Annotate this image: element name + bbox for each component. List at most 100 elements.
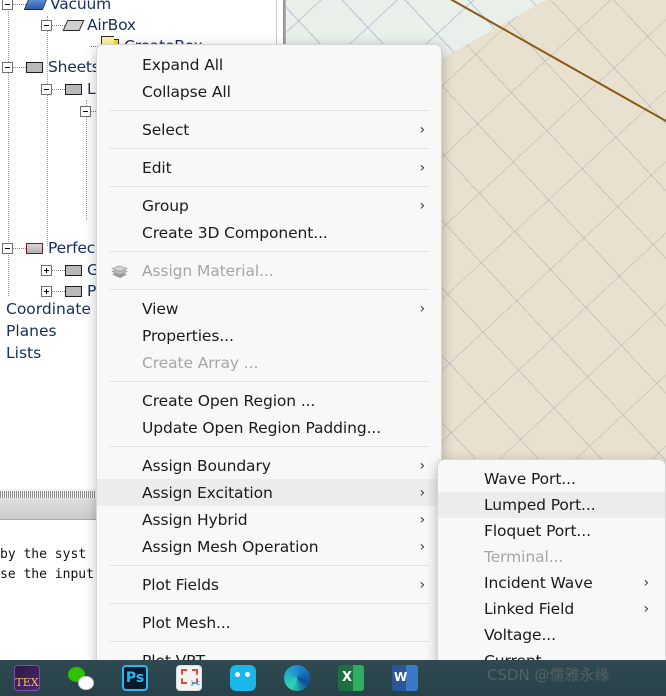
collapse-icon[interactable] (2, 61, 13, 73)
menu-item-label: Properties... (142, 326, 234, 345)
menu-item-select[interactable]: Select › (97, 116, 441, 143)
collapse-icon[interactable] (2, 0, 13, 10)
collapse-icon[interactable] (41, 83, 52, 95)
sheet-icon (65, 83, 82, 95)
menu-item-floquet-port[interactable]: Floquet Port... (438, 518, 665, 544)
taskbar-button[interactable] (378, 660, 432, 696)
menu-item-label: Collapse All (142, 82, 231, 101)
menu-item-properties[interactable]: Properties... (97, 322, 441, 349)
menu-item-create-3d-component[interactable]: Create 3D Component... (97, 219, 441, 246)
menu-item-label: Voltage... (484, 626, 556, 644)
menu-item-incident-wave[interactable]: Incident Wave › (438, 570, 665, 596)
menu-item-label: Linked Field (484, 600, 575, 618)
tree-node-label[interactable]: AirBox (87, 16, 136, 34)
menu-item-label: Lumped Port... (484, 496, 596, 514)
plane-icon (62, 19, 85, 31)
menu-item-plot-mesh[interactable]: Plot Mesh... (97, 609, 441, 636)
chevron-right-icon: › (643, 575, 650, 591)
menu-separator (109, 565, 429, 566)
menu-separator (109, 186, 429, 187)
menu-item-edit[interactable]: Edit › (97, 154, 441, 181)
menu-item-label: Update Open Region Padding... (142, 418, 382, 437)
chevron-right-icon: › (419, 538, 426, 555)
tree-node-spacer (80, 41, 91, 52)
taskbar-button[interactable] (324, 660, 378, 696)
tree-node-label[interactable]: Planes (6, 322, 57, 340)
tree-node[interactable]: Sheets (2, 57, 100, 77)
menu-item-terminal: Terminal... (438, 544, 665, 570)
menu-item-label: Create 3D Component... (142, 223, 328, 242)
chevron-right-icon: › (419, 159, 426, 176)
tree-node[interactable]: Vacuum (2, 0, 111, 14)
screen: VacuumAirBoxCreateBoxSheetsLumpedoutPerf… (0, 0, 666, 696)
context-menu[interactable]: Expand All Collapse All Select › Edit › Group ›… (96, 44, 442, 681)
menu-item-label: Wave Port... (484, 470, 576, 488)
menu-item-plot-fields[interactable]: Plot Fields › (97, 571, 441, 598)
menu-item-wave-port[interactable]: Wave Port... (438, 466, 665, 492)
sheet-red-icon (26, 242, 43, 254)
menu-item-assign-mesh-operation[interactable]: Assign Mesh Operation › (97, 533, 441, 560)
wechat-icon[interactable] (68, 665, 94, 691)
collapse-icon[interactable] (41, 19, 52, 31)
menu-item-voltage[interactable]: Voltage... (438, 622, 665, 648)
tree-connector-dots (52, 269, 65, 271)
menu-item-label: Create Array ... (142, 353, 259, 372)
chevron-right-icon: › (419, 457, 426, 474)
chevron-right-icon: › (419, 576, 426, 593)
taskbar-button[interactable] (216, 660, 270, 696)
menu-item-assign-boundary[interactable]: Assign Boundary › (97, 452, 441, 479)
menu-separator (109, 148, 429, 149)
menu-separator (109, 289, 429, 290)
taskbar[interactable]: TEX Ps (0, 660, 666, 696)
collapse-icon[interactable] (2, 242, 13, 254)
solid-icon (23, 0, 48, 10)
tree-connector-line (47, 16, 48, 246)
chevron-right-icon: › (419, 121, 426, 138)
tree-node-label[interactable]: Lists (6, 344, 41, 362)
menu-item-label: Plot Fields (142, 575, 219, 594)
menu-item-create-open-region[interactable]: Create Open Region ... (97, 387, 441, 414)
taskbar-button[interactable]: Ps (108, 660, 162, 696)
menu-item-collapse-all[interactable]: Collapse All (97, 78, 441, 105)
menu-item-group[interactable]: Group › (97, 192, 441, 219)
expand-icon[interactable] (41, 264, 52, 276)
menu-item-assign-hybrid[interactable]: Assign Hybrid › (97, 506, 441, 533)
tree-node-label[interactable]: Vacuum (50, 0, 111, 13)
tree-node-label[interactable]: Coordinate S (6, 300, 106, 318)
menu-item-label: Assign Mesh Operation (142, 537, 319, 556)
menu-item-view[interactable]: View › (97, 295, 441, 322)
menu-item-lumped-port[interactable]: Lumped Port... (438, 492, 665, 518)
excel-icon[interactable] (338, 665, 364, 691)
menu-item-assign-material: Assign Material... (97, 257, 441, 284)
taskbar-button[interactable] (54, 660, 108, 696)
menu-item-update-open-region-padding[interactable]: Update Open Region Padding... (97, 414, 441, 441)
chevron-right-icon: › (419, 511, 426, 528)
tree-node[interactable]: Perfec (2, 238, 95, 258)
menu-item-label: Group (142, 196, 189, 215)
collapse-icon[interactable] (80, 105, 91, 117)
tree-node-label[interactable]: Sheets (48, 58, 100, 76)
menu-item-expand-all[interactable]: Expand All (97, 51, 441, 78)
material-icon (111, 264, 128, 278)
menu-separator (109, 603, 429, 604)
expand-icon[interactable] (41, 285, 52, 297)
menu-item-assign-excitation[interactable]: Assign Excitation › (97, 479, 441, 506)
photoshop-icon[interactable]: Ps (122, 665, 148, 691)
tree-node[interactable]: AirBox (41, 15, 136, 35)
tree-connector-dots (52, 88, 65, 90)
texstudio-icon[interactable]: TEX (14, 665, 40, 691)
edge-icon[interactable] (284, 665, 310, 691)
menu-item-label: Expand All (142, 55, 224, 74)
tree-node-label[interactable]: Perfec (48, 239, 95, 257)
menu-item-linked-field[interactable]: Linked Field › (438, 596, 665, 622)
menu-item-label: Assign Boundary (142, 456, 271, 475)
taskbar-button[interactable] (270, 660, 324, 696)
snipaste-icon[interactable] (176, 665, 202, 692)
chevron-right-icon: › (419, 484, 426, 501)
taskbar-button[interactable] (162, 660, 216, 696)
menu-item-label: Select (142, 120, 190, 139)
bilibili-icon[interactable] (230, 665, 256, 691)
sheet-icon (65, 264, 82, 276)
word-icon[interactable] (392, 665, 418, 691)
taskbar-button[interactable]: TEX (0, 660, 54, 696)
